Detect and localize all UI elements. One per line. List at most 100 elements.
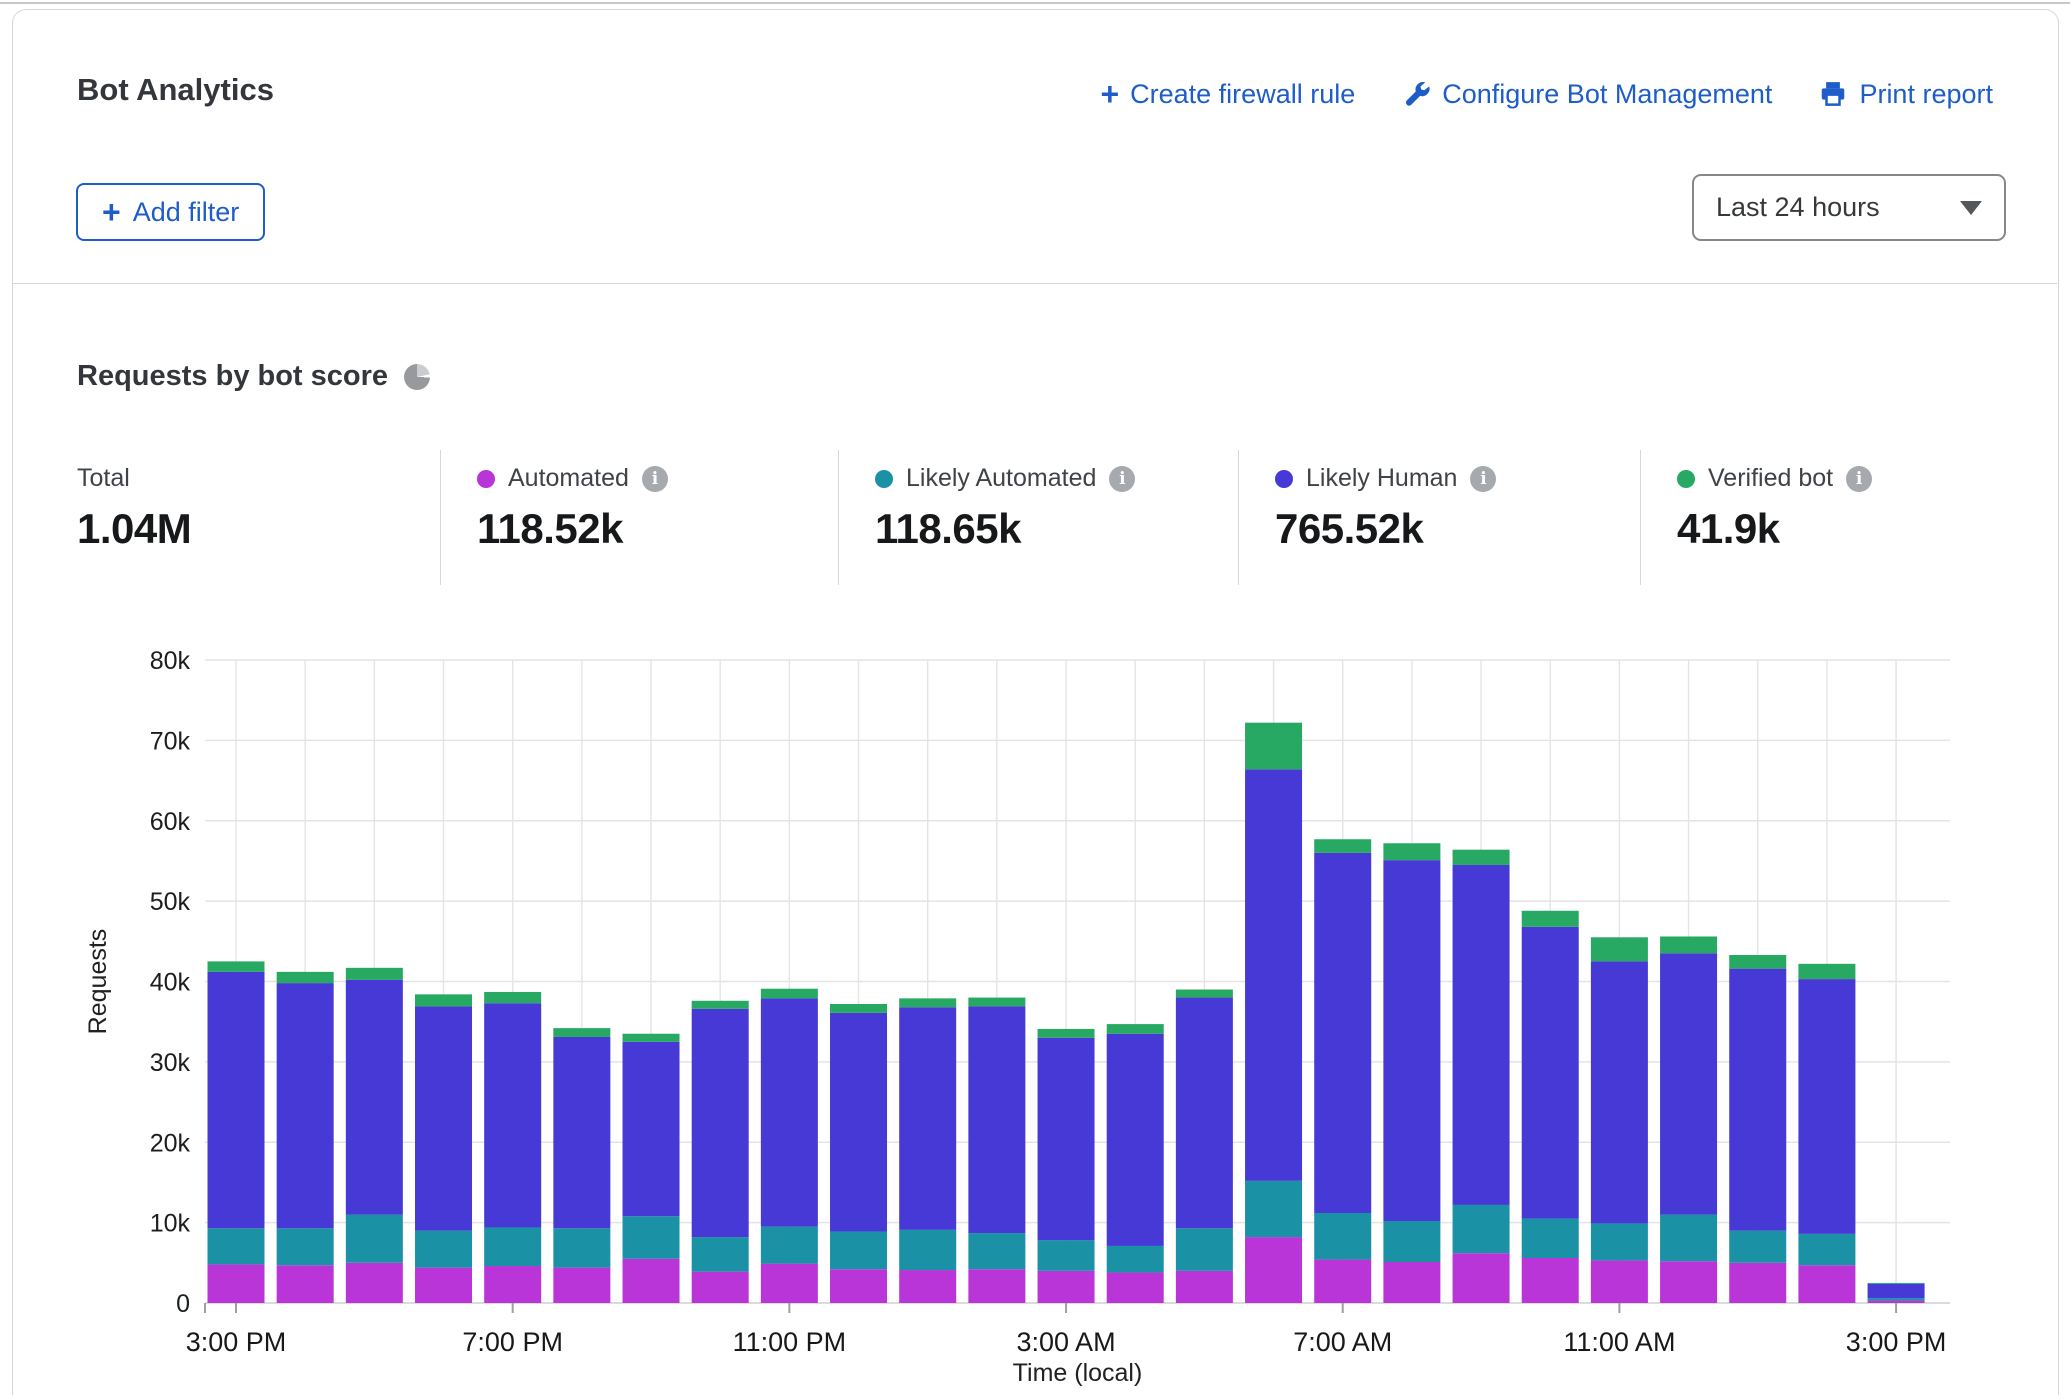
bar-12-00-pm[interactable]: [1660, 936, 1717, 1303]
bar-5-00-pm[interactable]: [346, 968, 403, 1303]
bar-12-00-am[interactable]: [830, 1004, 887, 1303]
segment-likely-automated: [830, 1231, 887, 1269]
segment-verified-bot: [1176, 990, 1233, 998]
stat-header: Likely Humani: [1275, 464, 1640, 493]
segment-likely-human: [1383, 860, 1440, 1221]
segment-automated: [1038, 1271, 1095, 1303]
segment-likely-human: [346, 980, 403, 1215]
segment-automated: [899, 1270, 956, 1303]
segment-likely-human: [1798, 979, 1855, 1234]
bar-1-00-am[interactable]: [899, 998, 956, 1303]
bar-11-00-pm[interactable]: [761, 989, 818, 1303]
segment-likely-automated: [1038, 1240, 1095, 1271]
x-axis-title: Time (local): [1013, 1359, 1143, 1387]
segment-verified-bot: [277, 972, 334, 983]
segment-likely-human: [415, 1006, 472, 1230]
header-divider: [13, 283, 2057, 284]
time-range-select[interactable]: Last 24 hours: [1692, 174, 2006, 241]
action-label: Configure Bot Management: [1442, 79, 1772, 110]
bar-2-00-pm[interactable]: [1798, 964, 1855, 1303]
segment-likely-automated: [1245, 1181, 1302, 1237]
segment-likely-human: [1107, 1034, 1164, 1246]
segment-verified-bot: [1383, 843, 1440, 860]
segment-likely-human: [208, 972, 265, 1228]
bar-7-00-am[interactable]: [1314, 839, 1371, 1303]
bar-11-00-am[interactable]: [1591, 937, 1648, 1303]
segment-verified-bot: [1868, 1283, 1925, 1284]
segment-likely-human: [1660, 953, 1717, 1214]
segment-automated: [968, 1269, 1025, 1303]
segment-verified-bot: [484, 992, 541, 1003]
bar-8-00-am[interactable]: [1383, 843, 1440, 1303]
action-label: Create firewall rule: [1130, 79, 1355, 110]
segment-automated: [1245, 1237, 1302, 1303]
segment-automated: [1868, 1301, 1925, 1303]
x-tick-label: 7:00 PM: [462, 1327, 563, 1357]
bar-3-00-pm[interactable]: [208, 961, 265, 1303]
stat-likely-human: Likely Humani765.52k: [1238, 450, 1640, 585]
bar-3-00-am[interactable]: [1038, 1029, 1095, 1303]
info-icon[interactable]: i: [1470, 466, 1496, 492]
bar-5-00-am[interactable]: [1176, 990, 1233, 1303]
x-tick-label: 3:00 AM: [1017, 1327, 1116, 1357]
segment-likely-automated: [623, 1216, 680, 1259]
y-tick-label: 70k: [150, 727, 191, 755]
page-title: Bot Analytics: [77, 72, 274, 108]
segment-likely-automated: [553, 1228, 610, 1267]
segment-verified-bot: [1314, 839, 1371, 853]
bar-10-00-pm[interactable]: [692, 1001, 749, 1303]
wrench-icon: [1401, 79, 1431, 109]
bar-3-00-pm-end[interactable]: [1868, 1283, 1925, 1303]
segment-automated: [346, 1263, 403, 1303]
segment-verified-bot: [208, 961, 265, 971]
y-tick-label: 10k: [150, 1210, 191, 1238]
segment-likely-automated: [1522, 1219, 1579, 1258]
segment-likely-human: [1453, 865, 1510, 1205]
segment-likely-human: [553, 1037, 610, 1228]
segment-automated: [484, 1266, 541, 1303]
segment-likely-human: [1245, 769, 1302, 1181]
stat-likely-automated: Likely Automatedi118.65k: [838, 450, 1238, 585]
bar-8-00-pm[interactable]: [553, 1028, 610, 1303]
segment-likely-human: [277, 983, 334, 1228]
segment-automated: [415, 1268, 472, 1303]
info-icon[interactable]: i: [1109, 466, 1135, 492]
bar-10-00-am[interactable]: [1522, 911, 1579, 1303]
segment-likely-automated: [1868, 1298, 1925, 1300]
segment-likely-automated: [484, 1227, 541, 1266]
segment-verified-bot: [968, 998, 1025, 1007]
bar-4-00-pm[interactable]: [277, 972, 334, 1303]
bar-9-00-am[interactable]: [1453, 850, 1510, 1303]
stats-row: Total1.04MAutomatedi118.52kLikely Automa…: [77, 450, 2060, 585]
bar-9-00-pm[interactable]: [623, 1034, 680, 1303]
bar-4-00-am[interactable]: [1107, 1024, 1164, 1303]
stat-automated: Automatedi118.52k: [440, 450, 838, 585]
segment-likely-automated: [1798, 1234, 1855, 1265]
bar-7-00-pm[interactable]: [484, 992, 541, 1303]
segment-automated: [277, 1265, 334, 1303]
segment-verified-bot: [1591, 937, 1648, 961]
segment-likely-human: [1038, 1038, 1095, 1241]
time-range-value: Last 24 hours: [1716, 192, 1880, 223]
segment-likely-automated: [1383, 1221, 1440, 1262]
bar-6-00-pm[interactable]: [415, 994, 472, 1303]
bar-6-00-am[interactable]: [1245, 723, 1302, 1303]
segment-likely-automated: [761, 1227, 818, 1264]
info-icon[interactable]: i: [1846, 466, 1872, 492]
action-configure-bot-management[interactable]: Configure Bot Management: [1401, 79, 1772, 110]
header-actions: + Create firewall rule Configure Bot Mana…: [1100, 78, 1993, 110]
add-filter-label: Add filter: [133, 197, 240, 228]
action-print-report[interactable]: Print report: [1818, 79, 1993, 110]
stat-header: Automatedi: [477, 464, 838, 493]
segment-likely-human: [761, 998, 818, 1226]
action-create-firewall-rule[interactable]: + Create firewall rule: [1100, 78, 1355, 110]
info-icon[interactable]: i: [642, 466, 668, 492]
requests-chart-svg: 010k20k30k40k50k60k70k80k3:00 PM7:00 PM1…: [0, 600, 2070, 1394]
segment-likely-automated: [415, 1231, 472, 1268]
plus-icon: +: [1100, 78, 1119, 110]
segment-verified-bot: [1038, 1029, 1095, 1038]
segment-automated: [1591, 1260, 1648, 1303]
bar-1-00-pm[interactable]: [1729, 955, 1786, 1303]
add-filter-button[interactable]: + Add filter: [76, 183, 265, 241]
bar-2-00-am[interactable]: [968, 998, 1025, 1303]
